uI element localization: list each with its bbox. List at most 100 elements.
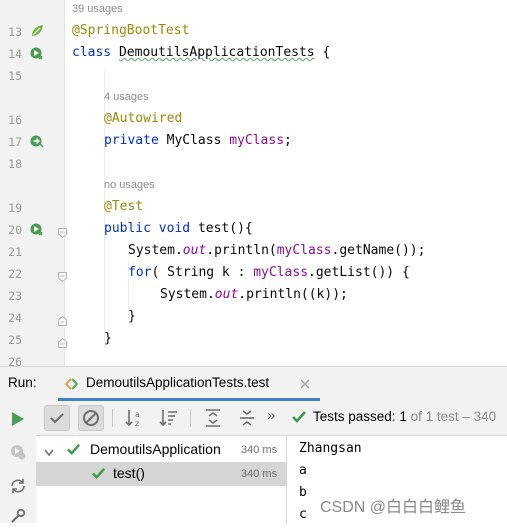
brace: { [322, 45, 331, 60]
rerun-auto-icon[interactable] [9, 477, 27, 500]
line-number: 16 [8, 113, 22, 127]
method-call: .println( [206, 243, 277, 258]
line-number: 24 [8, 311, 22, 325]
run-side-toolbar [0, 401, 37, 523]
run-test-icon[interactable] [29, 221, 45, 237]
chevron-down-icon[interactable] [44, 444, 54, 462]
check-icon [291, 409, 307, 430]
annotation: @Autowired [104, 111, 183, 126]
line-number: 19 [8, 201, 22, 215]
close-icon[interactable] [300, 376, 310, 394]
sort-duration-icon[interactable] [156, 405, 182, 431]
field-name: myClass [253, 265, 309, 280]
static-field: out [214, 287, 239, 302]
fold-icon[interactable] [58, 269, 67, 283]
class-name: DemoutilsApplicationTests [118, 45, 315, 60]
console-line: c [299, 507, 307, 522]
duration: 340 ms [241, 468, 278, 480]
check-icon [91, 466, 106, 486]
keyword: void [158, 221, 191, 236]
tree-row-suite[interactable]: DemoutilsApplication 340 ms [36, 438, 286, 462]
usages-hint[interactable]: 39 usages [72, 3, 123, 15]
line-number: 21 [8, 245, 22, 259]
annotation: @SpringBootTest [72, 23, 190, 38]
console-line: a [299, 463, 307, 478]
status-rest: of 1 test – 340 [410, 409, 497, 424]
fold-icon[interactable] [58, 313, 67, 326]
fold-icon[interactable] [58, 225, 67, 239]
console-output[interactable]: Zhangsan a b c CSDN @白白白鲤鱼 [287, 436, 507, 523]
rerun-failed-icon[interactable] [9, 443, 27, 466]
sort-alpha-icon[interactable]: az [122, 405, 148, 431]
expand-all-icon[interactable] [200, 405, 226, 431]
line-number: 15 [8, 69, 22, 83]
code-line: } [104, 331, 112, 346]
line-number: 14 [8, 47, 22, 61]
code-line: @SpringBootTest [72, 23, 189, 38]
run-label: Run: [8, 375, 37, 390]
tree-label: test() [113, 465, 145, 481]
static-field: out [182, 243, 207, 258]
console-line: Zhangsan [299, 441, 362, 456]
check-icon [66, 442, 81, 462]
code-line: @Autowired [104, 111, 182, 126]
code-line: private MyClass myClass; [104, 133, 292, 148]
code-line: public void test(){ [104, 221, 253, 236]
code-line: for( String k : myClass.getList()) { [128, 265, 410, 280]
method-name: test(){ [197, 221, 253, 236]
class-ref: System. [128, 243, 183, 258]
code-line: } [128, 309, 136, 324]
test-runner-toolbar: az » Tests passed: 1 of 1 test – 340 [36, 401, 507, 436]
toggle-ignored-icon[interactable] [78, 405, 104, 431]
collapse-all-icon[interactable] [234, 405, 260, 431]
code-editor[interactable]: 39 usages 13 @SpringBootTest 14 class De… [0, 0, 507, 369]
tree-label: DemoutilsApplication [90, 441, 221, 457]
line-number: 20 [8, 223, 22, 237]
keyword: public [104, 221, 151, 236]
line-number: 25 [8, 333, 22, 347]
toolbar-separator [190, 409, 191, 427]
code-line: System.out.println(myClass.getName()); [128, 243, 425, 258]
line-number: 17 [8, 135, 22, 149]
keyword: class [72, 45, 112, 60]
loop-header: ( String k : [151, 265, 254, 280]
test-status: Tests passed: 1 of 1 test – 340 [313, 409, 496, 424]
wrench-icon[interactable] [9, 508, 27, 528]
fold-icon[interactable] [58, 335, 67, 348]
status-count: 1 [399, 409, 407, 424]
svg-text:a: a [135, 410, 140, 419]
watermark: CSDN @白白白鲤鱼 [320, 499, 467, 516]
annotation: @Test [104, 199, 144, 214]
usages-hint[interactable]: no usages [104, 179, 155, 191]
spring-bean-icon[interactable] [29, 23, 45, 39]
line-number: 13 [8, 25, 22, 39]
method-call: .getName()); [331, 243, 426, 258]
tree-row-test[interactable]: test() 340 ms [36, 462, 286, 486]
run-test-icon[interactable] [29, 45, 45, 61]
autowired-nav-icon[interactable] [29, 133, 45, 149]
run-tab[interactable]: DemoutilsApplicationTests.test [58, 367, 320, 401]
status-text: Tests passed: [313, 409, 396, 424]
toggle-passed-icon[interactable] [44, 405, 70, 431]
line-number: 23 [8, 289, 22, 303]
keyword: for [128, 265, 152, 280]
line-number: 22 [8, 267, 22, 281]
code-line: @Test [104, 199, 143, 214]
toolbar-separator [112, 409, 113, 427]
line-number: 18 [8, 157, 22, 171]
semicolon: ; [284, 133, 292, 148]
test-tab-icon [64, 377, 79, 395]
test-tree[interactable]: DemoutilsApplication 340 ms test() 340 m… [36, 436, 287, 523]
usages-hint[interactable]: 4 usages [104, 91, 149, 103]
run-tab-title: DemoutilsApplicationTests.test [86, 375, 270, 390]
run-tool-window-header: Run: DemoutilsApplicationTests.test [0, 366, 507, 402]
rerun-icon[interactable] [11, 411, 25, 432]
more-icon[interactable]: » [267, 407, 275, 424]
console-line: b [299, 485, 307, 500]
duration: 340 ms [241, 444, 278, 456]
method-call: .println((k)); [238, 287, 348, 302]
method-call: .getList()) { [308, 265, 410, 280]
type-name: MyClass [166, 133, 222, 148]
field-name: myClass [229, 133, 285, 148]
code-line: System.out.println((k)); [160, 287, 348, 302]
